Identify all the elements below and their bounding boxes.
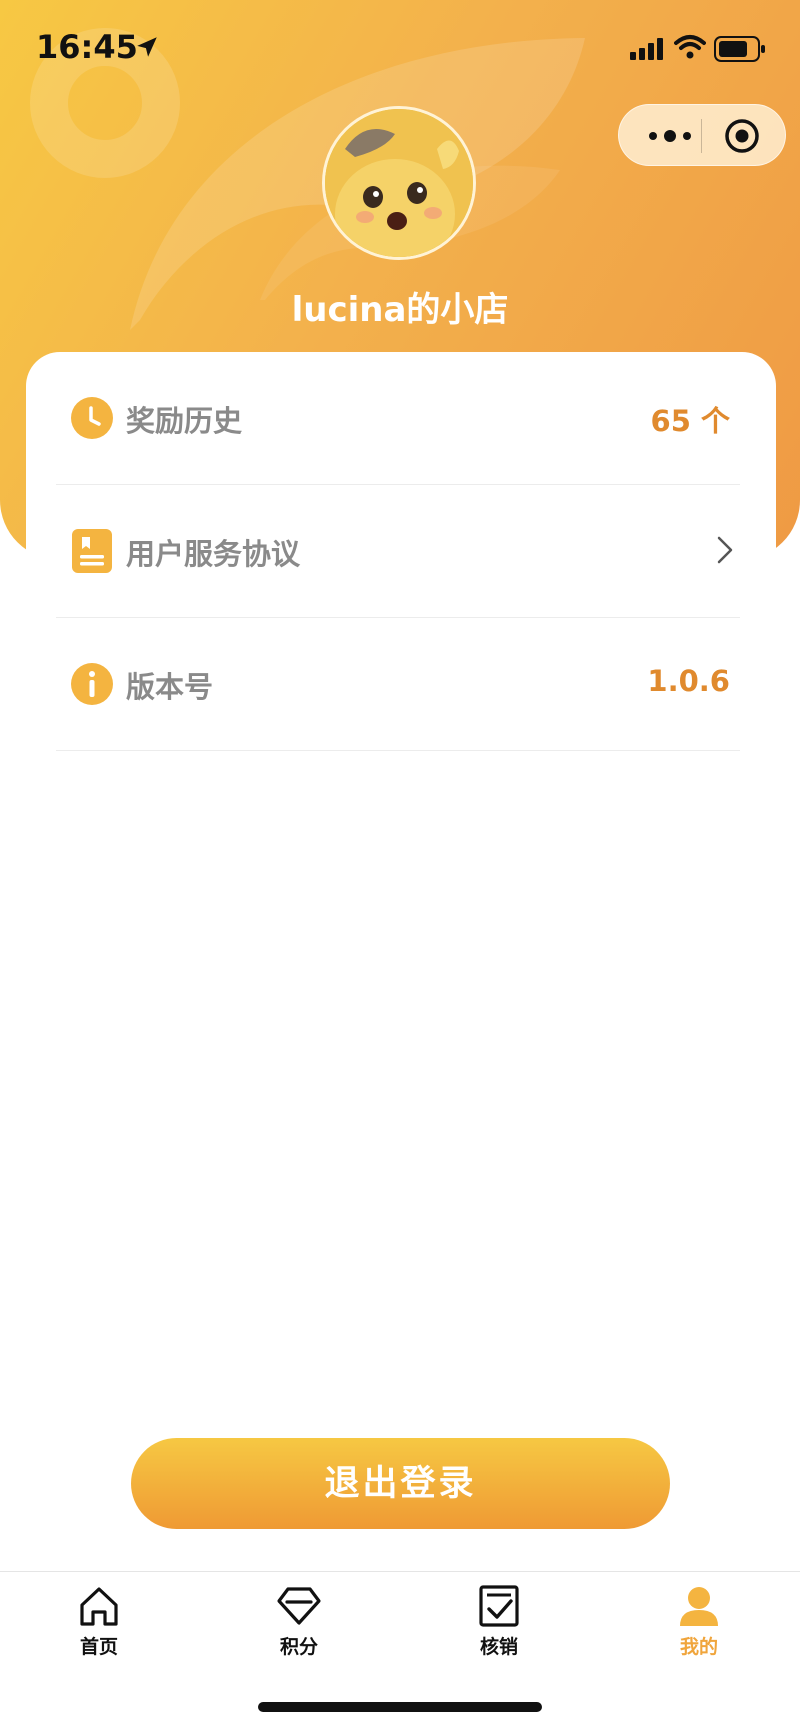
signal-icon bbox=[630, 38, 663, 60]
menu-item-label: 奖励历史 bbox=[126, 404, 243, 438]
logout-button[interactable]: 退出登录 bbox=[131, 1438, 670, 1529]
tab-label: 积分 bbox=[279, 1636, 318, 1658]
tab-label: 首页 bbox=[79, 1636, 118, 1658]
chevron-right-icon bbox=[717, 536, 733, 564]
menu-item-label: 版本号 bbox=[126, 670, 214, 704]
home-icon bbox=[80, 1587, 118, 1626]
tab-points[interactable]: 积分 bbox=[234, 1584, 364, 1684]
wifi-icon bbox=[674, 35, 706, 59]
tab-label: 我的 bbox=[679, 1636, 718, 1658]
status-bar: 16:45 bbox=[0, 0, 800, 96]
location-arrow-icon bbox=[137, 37, 157, 57]
home-indicator bbox=[258, 1702, 542, 1712]
tab-verify[interactable]: 核销 bbox=[434, 1584, 564, 1684]
tab-label: 核销 bbox=[479, 1636, 518, 1658]
more-icon[interactable] bbox=[643, 123, 697, 149]
avatar[interactable] bbox=[322, 106, 476, 260]
gem-icon bbox=[277, 1587, 321, 1625]
avatar-image bbox=[325, 109, 473, 257]
menu-item-label: 用户服务协议 bbox=[126, 537, 301, 571]
reward-count: 65 个 bbox=[650, 404, 730, 438]
tab-mine[interactable]: 我的 bbox=[634, 1584, 764, 1684]
menu-item-version: 版本号 1.0.6 bbox=[56, 618, 740, 751]
clock-icon bbox=[71, 397, 113, 439]
menu-card: 奖励历史 65 个 用户服务协议 版本号 1.0.6 bbox=[26, 352, 776, 1552]
version-number: 1.0.6 bbox=[647, 664, 730, 698]
document-icon bbox=[72, 529, 112, 573]
shop-name: lucina的小店 bbox=[291, 290, 509, 330]
info-icon bbox=[71, 663, 113, 705]
capsule-divider bbox=[701, 119, 702, 153]
menu-item-reward-history[interactable]: 奖励历史 65 个 bbox=[56, 352, 740, 485]
checklist-icon bbox=[479, 1585, 519, 1627]
miniprogram-capsule bbox=[618, 104, 786, 166]
battery-icon bbox=[714, 36, 765, 62]
menu-item-user-agreement[interactable]: 用户服务协议 bbox=[56, 485, 740, 618]
status-time: 16:45 bbox=[36, 28, 138, 66]
close-target-icon[interactable] bbox=[723, 117, 761, 155]
tab-home[interactable]: 首页 bbox=[34, 1584, 164, 1684]
user-icon bbox=[680, 1587, 718, 1626]
